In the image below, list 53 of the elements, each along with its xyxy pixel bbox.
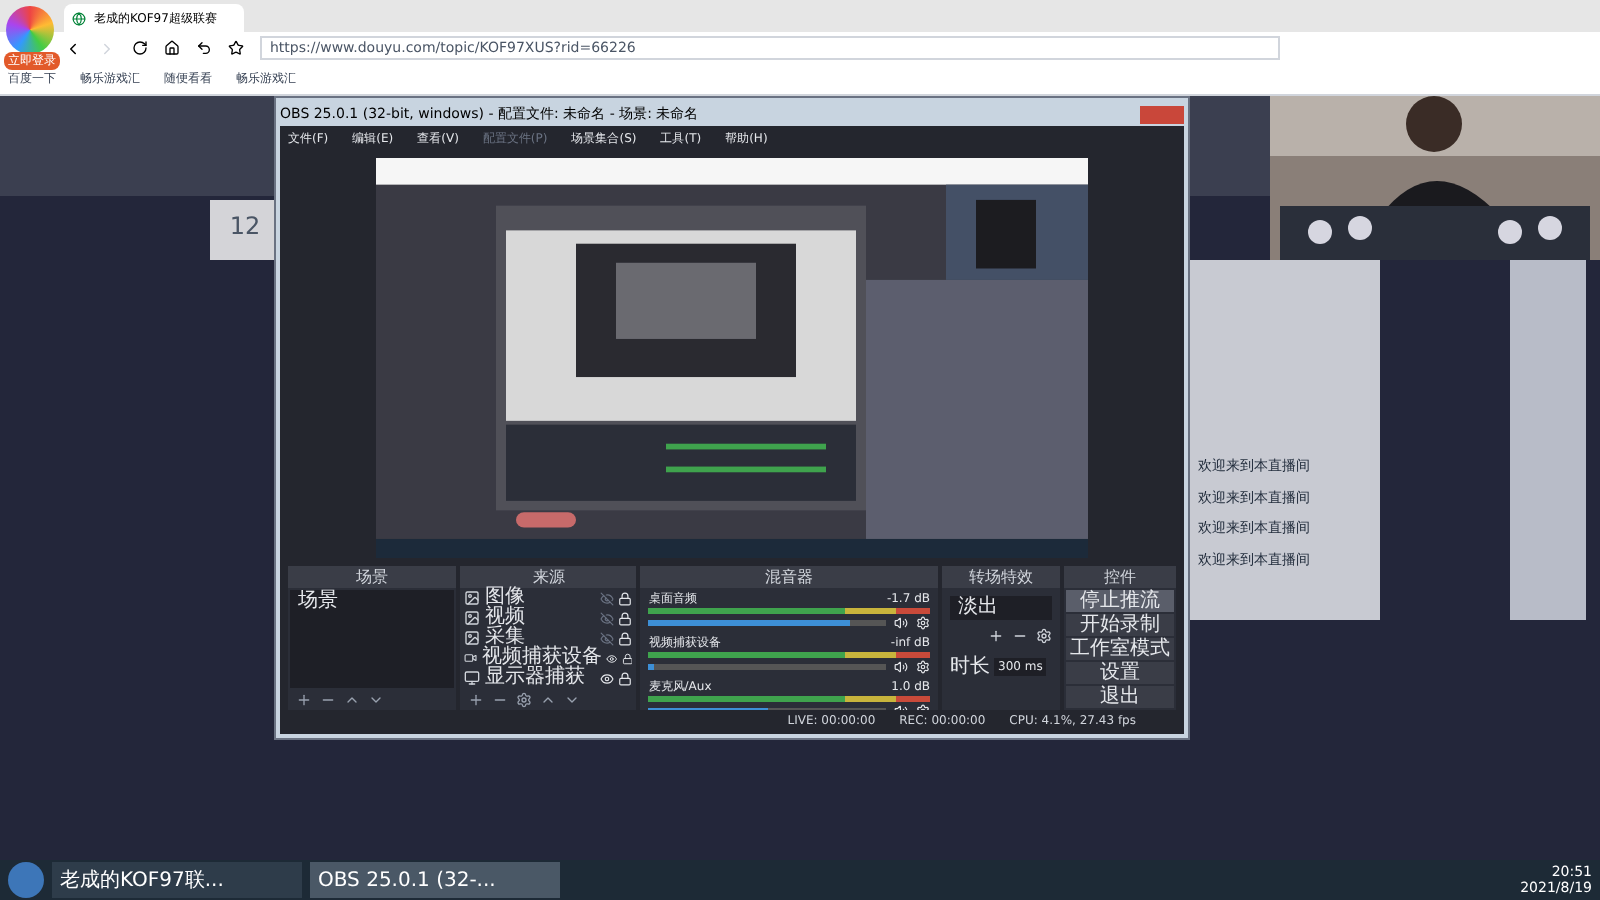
source-label: 显示器捕获	[484, 668, 587, 688]
source-label: 采集	[484, 628, 525, 648]
transition-select[interactable]: 淡出	[950, 596, 1053, 620]
up-icon[interactable]	[540, 692, 557, 708]
taskbar-app[interactable]: OBS 25.0.1 (32-...	[310, 862, 560, 898]
image-icon	[464, 610, 481, 626]
lock-icon[interactable]	[618, 611, 633, 625]
control-button[interactable]: 工作室模式	[1066, 638, 1174, 660]
image-icon	[464, 590, 481, 606]
control-button[interactable]: 退出	[1066, 686, 1174, 708]
globe-icon	[72, 11, 86, 25]
source-item[interactable]: 图像	[460, 588, 637, 608]
add-icon[interactable]	[468, 692, 485, 708]
volume-fill[interactable]	[648, 663, 654, 669]
camera-icon	[464, 650, 478, 666]
source-label: 视频	[484, 608, 527, 628]
rank-card: 12	[210, 200, 280, 260]
dock-title: 转场特效	[942, 566, 1061, 588]
back-icon[interactable]	[64, 39, 82, 57]
control-button[interactable]: 开始录制	[1066, 614, 1174, 636]
eye-icon[interactable]	[605, 651, 618, 665]
image-icon	[464, 630, 481, 646]
add-icon[interactable]	[988, 628, 1005, 644]
dock-title: 混音器	[640, 566, 938, 588]
close-button[interactable]	[1140, 105, 1184, 123]
source-item[interactable]: 采集	[460, 628, 637, 648]
down-icon[interactable]	[368, 692, 384, 708]
up-icon[interactable]	[344, 692, 360, 708]
home-icon[interactable]	[164, 40, 180, 56]
dock-title: 场景	[288, 566, 457, 588]
start-button[interactable]	[8, 862, 44, 898]
lock-icon[interactable]	[618, 671, 633, 685]
star-icon[interactable]	[228, 40, 244, 56]
undo-icon[interactable]	[196, 40, 212, 56]
dock-title: 来源	[460, 566, 637, 588]
reload-icon[interactable]	[132, 40, 148, 56]
dock-title: 控件	[1064, 566, 1176, 588]
add-icon[interactable]	[296, 692, 312, 708]
monitor-icon	[464, 670, 481, 686]
lock-icon[interactable]	[621, 651, 633, 665]
source-item[interactable]: 显示器捕获	[460, 668, 637, 688]
control-button[interactable]: 设置	[1066, 662, 1174, 684]
source-label: 图像	[484, 588, 527, 608]
lock-icon[interactable]	[618, 631, 633, 645]
lock-icon[interactable]	[618, 591, 633, 605]
source-item[interactable]: 视频	[460, 608, 637, 628]
source-label: 视频捕获设备	[481, 648, 602, 668]
taskbar-app[interactable]: 老成的KOF97联...	[52, 862, 302, 898]
control-button[interactable]: 停止推流	[1066, 590, 1174, 612]
duration-label: 时长	[950, 653, 990, 682]
down-icon[interactable]	[564, 692, 581, 708]
source-item[interactable]: 视频捕获设备	[460, 648, 637, 668]
eye-icon[interactable]	[600, 671, 615, 685]
